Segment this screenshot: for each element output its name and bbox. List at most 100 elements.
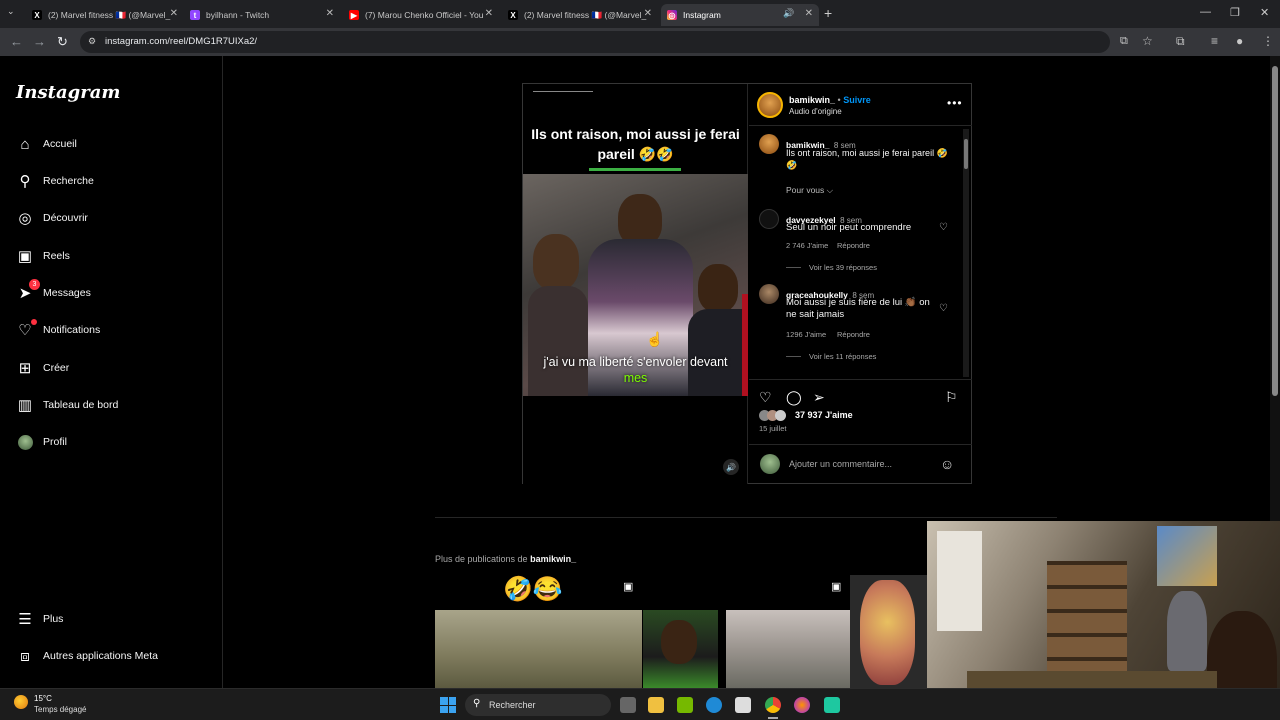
video-person [533, 234, 579, 290]
reply-link[interactable]: Répondre [837, 330, 870, 339]
like-heart-icon[interactable]: ♡ [939, 303, 948, 314]
see-more-link[interactable]: Pour vous ⌵ [786, 185, 833, 196]
minimize-icon[interactable]: — [1200, 6, 1211, 18]
chrome-icon[interactable] [765, 697, 781, 713]
sidebar-item-creer[interactable]: ⊞ Créer [16, 356, 70, 380]
comment-icon[interactable]: ◯ [786, 389, 802, 406]
instagram-logo[interactable]: Instagram [16, 82, 120, 103]
weather-temp[interactable]: 15°C [34, 694, 52, 703]
sidebar-item-plus[interactable]: ☰ Plus [16, 607, 63, 631]
sidebar-item-messages[interactable]: ➤ 3 Messages [16, 279, 91, 305]
twitch-icon: t [190, 10, 200, 20]
windows-start-icon[interactable] [440, 697, 456, 713]
comment-likes: 1296 J'aime [786, 330, 827, 339]
task-view-icon[interactable] [620, 697, 636, 713]
sidebar-item-reels[interactable]: ▣ Reels [16, 244, 70, 268]
scroll-thumb[interactable] [1272, 66, 1278, 396]
close-icon[interactable]: ✕ [170, 8, 178, 19]
close-icon[interactable]: ✕ [805, 8, 813, 19]
follow-button[interactable]: Suivre [843, 95, 871, 105]
share-icon[interactable]: ➢ [813, 389, 825, 406]
maximize-icon[interactable]: ❐ [1230, 6, 1240, 19]
avatar[interactable] [759, 134, 779, 154]
sidebar-item-label: Reels [43, 250, 70, 262]
profile-icon[interactable]: ● [1236, 34, 1243, 48]
audio-label[interactable]: Audio d'origine [789, 107, 842, 116]
post-thumbnail[interactable]: 🤣😂 [435, 575, 642, 688]
replies-line [786, 356, 801, 357]
avatar[interactable] [759, 209, 779, 229]
sidebar-item-profil[interactable]: Profil [16, 430, 67, 454]
close-icon[interactable]: ✕ [644, 8, 652, 19]
sidebar-item-meta-apps[interactable]: ⧈ Autres applications Meta [16, 644, 158, 668]
mute-button[interactable]: 🔊 [723, 459, 739, 475]
browser-tab[interactable]: X (2) Marvel fitness 🇫🇷 (@Marvel_ ✕ [502, 4, 658, 26]
bookmark-star-icon[interactable]: ☆ [1142, 34, 1153, 48]
more-options-icon[interactable]: ••• [947, 96, 963, 110]
liker-avatars [759, 410, 793, 421]
sidebar-item-accueil[interactable]: ⌂ Accueil [16, 132, 77, 156]
post-thumbnail[interactable] [643, 575, 718, 688]
address-bar[interactable]: ⚙ instagram.com/reel/DMG1R7UIXa2/ ⧉ [80, 31, 1128, 53]
game-app-icon[interactable] [824, 697, 840, 713]
active-app-indicator [768, 717, 778, 719]
save-bookmark-icon[interactable]: ⚐ [945, 389, 958, 406]
close-icon[interactable]: ✕ [485, 8, 493, 19]
like-heart-icon[interactable]: ♡ [759, 389, 772, 406]
new-tab-button[interactable]: + [824, 5, 832, 21]
likes-count[interactable]: 37 937 J'aime [795, 410, 853, 420]
close-icon[interactable]: ✕ [326, 8, 334, 19]
weather-description[interactable]: Temps dégagé [34, 705, 86, 714]
avatar[interactable] [759, 284, 779, 304]
view-replies-link[interactable]: Voir les 39 réponses [809, 263, 877, 272]
reply-link[interactable]: Répondre [837, 241, 870, 250]
extensions-icon[interactable]: ⧉ [1176, 34, 1185, 49]
menu-dots-icon[interactable]: ⋮ [1262, 34, 1274, 48]
install-app-icon[interactable]: ⧉ [1120, 35, 1128, 48]
webcam-figure [1167, 591, 1207, 671]
edge-icon[interactable] [706, 697, 722, 713]
firefox-icon[interactable] [794, 697, 810, 713]
tab-search-icon[interactable]: ⌄ [7, 6, 15, 17]
site-info-icon[interactable]: ⚙ [88, 36, 96, 47]
reload-icon[interactable]: ↻ [57, 34, 68, 50]
avatar [16, 433, 34, 451]
avatar[interactable] [757, 92, 783, 118]
comments-list[interactable]: bamikwin_ 8 sem Ils ont raison, moi auss… [749, 127, 972, 377]
emoji-icon[interactable]: ☺ [940, 456, 954, 472]
comments-scrollbar[interactable] [963, 129, 969, 377]
sidebar-item-decouvrir[interactable]: ◎ Découvrir [16, 206, 87, 230]
comment-text: Seul un noir peut comprendre [786, 222, 912, 233]
post-thumbnail[interactable] [850, 575, 927, 688]
thumbnail-image [860, 580, 915, 685]
speaker-icon[interactable]: 🔊 [783, 8, 794, 19]
comment-likes: 2 746 J'aime [786, 241, 829, 250]
author-username[interactable]: bamikwin_ [789, 95, 835, 105]
tab-media-icon[interactable]: ≡ [1211, 34, 1218, 48]
nvidia-icon[interactable] [677, 697, 693, 713]
tab-label: Instagram [683, 10, 721, 20]
page-scrollbar[interactable] [1270, 56, 1280, 521]
sidebar-item-label: Accueil [43, 138, 77, 150]
browser-tab[interactable]: ▶ (7) Marou Chenko Officiel - You ✕ [343, 4, 499, 26]
sidebar-item-recherche[interactable]: ⚲ Recherche [16, 169, 94, 193]
sidebar-item-notifications[interactable]: ♡ Notifications [16, 318, 100, 342]
back-icon[interactable]: ← [10, 34, 23, 49]
scroll-thumb[interactable] [964, 139, 968, 169]
more-posts-user[interactable]: bamikwin_ [530, 554, 576, 564]
forward-icon[interactable]: → [33, 34, 46, 49]
close-window-icon[interactable]: ✕ [1260, 6, 1269, 19]
sidebar-item-tableau-de-bord[interactable]: ▥ Tableau de bord [16, 393, 118, 417]
thumbnail-image [661, 620, 697, 664]
store-icon[interactable] [735, 697, 751, 713]
browser-tab-active[interactable]: ◎ Instagram 🔊 ✕ [661, 4, 819, 26]
like-heart-icon[interactable]: ♡ [939, 222, 948, 233]
browser-tab[interactable]: t byilhann - Twitch ✕ [184, 4, 340, 26]
reel-video[interactable]: Ils ont raison, moi aussi je ferai parei… [523, 84, 748, 484]
file-explorer-icon[interactable] [648, 697, 664, 713]
taskbar-search[interactable]: ⚲ Rechercher [465, 694, 611, 716]
browser-tab[interactable]: X (2) Marvel fitness 🇫🇷 (@Marvel_ ✕ [26, 4, 184, 26]
comment-input[interactable] [789, 459, 929, 469]
view-replies-link[interactable]: Voir les 11 réponses [809, 352, 876, 361]
weather-icon[interactable] [14, 695, 28, 709]
